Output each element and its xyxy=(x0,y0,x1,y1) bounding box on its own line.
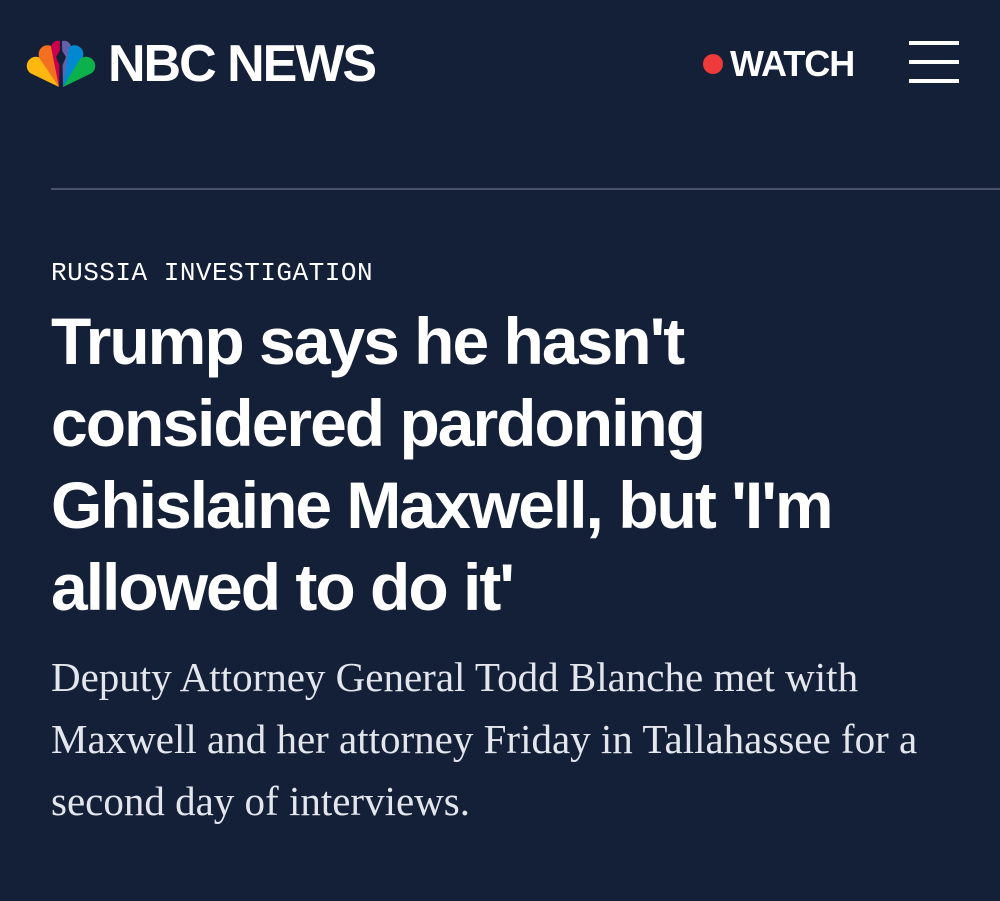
watch-label: WATCH xyxy=(730,43,855,84)
menu-bar xyxy=(909,41,959,45)
nbc-news-logo[interactable]: NBC NEWS xyxy=(26,35,377,93)
article-dek: Deputy Attorney General Todd Blanche met… xyxy=(51,654,918,824)
site-header: NBC NEWS WATCH xyxy=(0,0,1000,130)
brand-wordmark: NBC NEWS xyxy=(108,35,377,93)
nbc-peacock-icon xyxy=(26,40,96,87)
menu-bar xyxy=(909,79,959,83)
watch-live-button[interactable]: WATCH xyxy=(703,42,855,86)
header-divider xyxy=(51,188,1000,190)
hamburger-menu-icon[interactable] xyxy=(906,39,962,85)
article-headline[interactable]: Trump says he hasn't considered pardonin… xyxy=(51,300,951,628)
menu-bar xyxy=(909,60,959,64)
article-category-link[interactable]: RUSSIA INVESTIGATION xyxy=(51,255,373,291)
live-indicator-icon xyxy=(703,54,723,74)
